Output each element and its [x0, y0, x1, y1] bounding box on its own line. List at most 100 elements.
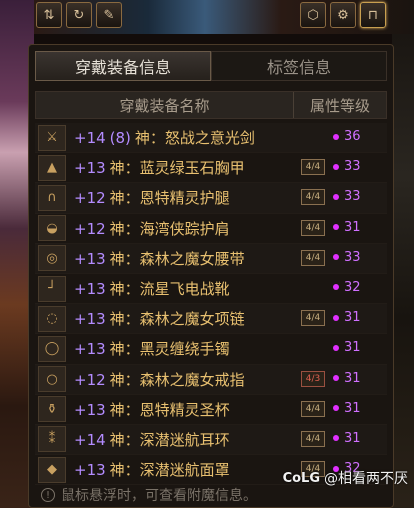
- tab-equipment-info[interactable]: 穿戴装备信息: [35, 51, 211, 81]
- gem-icon: ◆: [38, 456, 66, 483]
- equipment-row[interactable]: ▲ +13 神：蓝灵绿玉石胸甲 4/4 33: [35, 153, 387, 184]
- attribute-dot-icon: [333, 344, 339, 351]
- attribute-dot-icon: [333, 314, 339, 321]
- attribute-dot-icon: [333, 375, 339, 381]
- equipment-row[interactable]: ○ +12 神：森林之魔女戒指 4/3 31: [35, 364, 387, 395]
- enhance-level: +14: [74, 430, 106, 449]
- attribute-dot-icon: [333, 284, 339, 291]
- boots-icon: ┘: [38, 275, 66, 302]
- enhance-level: +13: [74, 280, 106, 299]
- watermark-text: @相看两不厌: [324, 471, 408, 487]
- tab-tag-info[interactable]: 标签信息: [211, 51, 387, 81]
- attribute-value: 31: [344, 310, 361, 326]
- equipment-row[interactable]: ◯ +13 神：黑灵缠绕手镯 31: [35, 334, 387, 365]
- attribute-level: 33: [333, 189, 361, 204]
- item-name: 神：恩特精灵圣杯: [109, 400, 230, 419]
- equipment-row[interactable]: ◒ +12 神：海湾侠踪护肩 4/4 31: [35, 214, 387, 244]
- item-name: 神：流星飞电战靴: [109, 280, 230, 299]
- sort-icon[interactable]: ⇅: [36, 2, 62, 28]
- item-label: +12 神：海湾侠踪护肩: [74, 218, 230, 239]
- set-count-badge: 4/4: [301, 219, 325, 236]
- item-label: +14 神：深潜迷航耳环: [74, 429, 230, 450]
- enhance-level: +12: [74, 370, 106, 389]
- attribute-dot-icon: [333, 224, 339, 231]
- tab-bar: 穿戴装备信息 标签信息: [35, 51, 387, 83]
- bag-icon[interactable]: ⊓: [360, 2, 386, 28]
- item-label: +13 神：深潜迷航面罩: [74, 459, 230, 480]
- footer-hint-text: 鼠标悬浮时，可查看附魔信息。: [61, 488, 257, 504]
- item-name: 神：深潜迷航面罩: [109, 461, 230, 480]
- enhance-level: +13: [74, 461, 106, 480]
- attribute-level: 33: [333, 159, 361, 174]
- enchant-badge: (8): [109, 129, 131, 148]
- item-name: 神：森林之魔女戒指: [109, 370, 245, 389]
- set-count-badge: 4/4: [301, 189, 325, 206]
- item-label: +13 神：流星飞电战靴: [74, 278, 230, 299]
- toolbar-right: ⬡ ⚙ ⊓: [300, 2, 392, 32]
- leg-armor-icon: ∩: [38, 184, 66, 211]
- necklace-icon: ◌: [38, 305, 66, 332]
- attribute-dot-icon: [333, 133, 339, 140]
- attribute-value: 36: [344, 129, 361, 144]
- enhance-level: +13: [74, 400, 106, 419]
- equipment-row[interactable]: ⁑ +14 神：深潜迷航耳环 4/4 31: [35, 424, 387, 456]
- set-count-badge: 4/4: [301, 249, 325, 266]
- equipment-row[interactable]: ∩ +12 神：恩特精灵护腿 4/4 33: [35, 183, 387, 214]
- footer-hint: ! 鼠标悬浮时，可查看附魔信息。: [41, 485, 257, 505]
- set-count-badge: 4/4: [301, 159, 325, 176]
- toolbar-left: ⇅ ↻ ✎: [36, 2, 130, 32]
- item-name: 神：恩特精灵护腿: [109, 189, 230, 208]
- gear-icon[interactable]: ⚙: [330, 2, 356, 28]
- equipment-row[interactable]: ⚱ +13 神：恩特精灵圣杯 4/4 31: [35, 395, 387, 425]
- column-header-level: 属性等级: [309, 96, 370, 115]
- item-name: 神：深潜迷航耳环: [109, 430, 230, 449]
- equipment-row[interactable]: ◌ +13 神：森林之魔女项链 4/4 31: [35, 304, 387, 335]
- enhance-level: +13: [74, 249, 106, 268]
- chest-armor-icon: ▲: [38, 154, 66, 181]
- attribute-dot-icon: [333, 435, 339, 442]
- attribute-level: 31: [333, 401, 361, 416]
- attribute-dot-icon: [333, 193, 339, 200]
- enhance-level: +13: [74, 310, 106, 329]
- attribute-level: 31: [333, 371, 361, 386]
- attribute-level: 31: [333, 310, 361, 325]
- equipment-row[interactable]: ◎ +13 神：森林之魔女腰带 4/4 33: [35, 243, 387, 274]
- attribute-level: 31: [333, 220, 361, 235]
- attribute-value: 33: [344, 249, 361, 265]
- equipment-row[interactable]: ⚔ +14 (8) 神：怒战之意光剑 36: [35, 123, 387, 154]
- enhance-level: +13: [74, 340, 106, 359]
- item-name: 神：怒战之意光剑: [134, 129, 255, 148]
- watermark: CoLG @相看两不厌: [283, 468, 408, 488]
- bracelet-icon: ◯: [38, 335, 66, 362]
- earring-icon: ⁑: [38, 426, 66, 453]
- refresh-icon[interactable]: ↻: [66, 2, 92, 28]
- attribute-value: 31: [344, 400, 361, 416]
- grail-icon: ⚱: [38, 396, 66, 423]
- item-label: +13 神：森林之魔女腰带: [74, 248, 245, 269]
- attribute-level: 31: [333, 431, 361, 446]
- item-label: +14 (8) 神：怒战之意光剑: [74, 127, 255, 148]
- equipment-row[interactable]: ┘ +13 神：流星飞电战靴 32: [35, 274, 387, 305]
- item-label: +12 神：森林之魔女戒指: [74, 369, 245, 390]
- ring-icon: ○: [38, 366, 66, 393]
- background-art-right: [392, 34, 414, 508]
- cube-icon[interactable]: ⬡: [300, 2, 326, 28]
- attribute-dot-icon: [333, 163, 339, 170]
- attribute-dot-icon: [333, 405, 339, 412]
- shoulder-icon: ◒: [38, 215, 66, 242]
- attribute-value: 31: [344, 430, 361, 446]
- edit-icon[interactable]: ✎: [96, 2, 122, 28]
- table-header: 穿戴装备名称 属性等级: [35, 91, 387, 119]
- item-name: 神：蓝灵绿玉石胸甲: [109, 159, 245, 178]
- set-count-badge: 4/4: [301, 400, 325, 417]
- attribute-level: 32: [333, 280, 361, 295]
- attribute-value: 32: [344, 279, 361, 295]
- item-name: 神：森林之魔女项链: [109, 310, 245, 329]
- enhance-level: +14: [74, 129, 106, 148]
- column-header-name: 穿戴装备名称: [36, 92, 294, 118]
- item-label: +13 神：森林之魔女项链: [74, 308, 245, 329]
- belt-icon: ◎: [38, 245, 66, 272]
- item-label: +12 神：恩特精灵护腿: [74, 187, 230, 208]
- attribute-level: 33: [333, 250, 361, 265]
- enhance-level: +13: [74, 159, 106, 178]
